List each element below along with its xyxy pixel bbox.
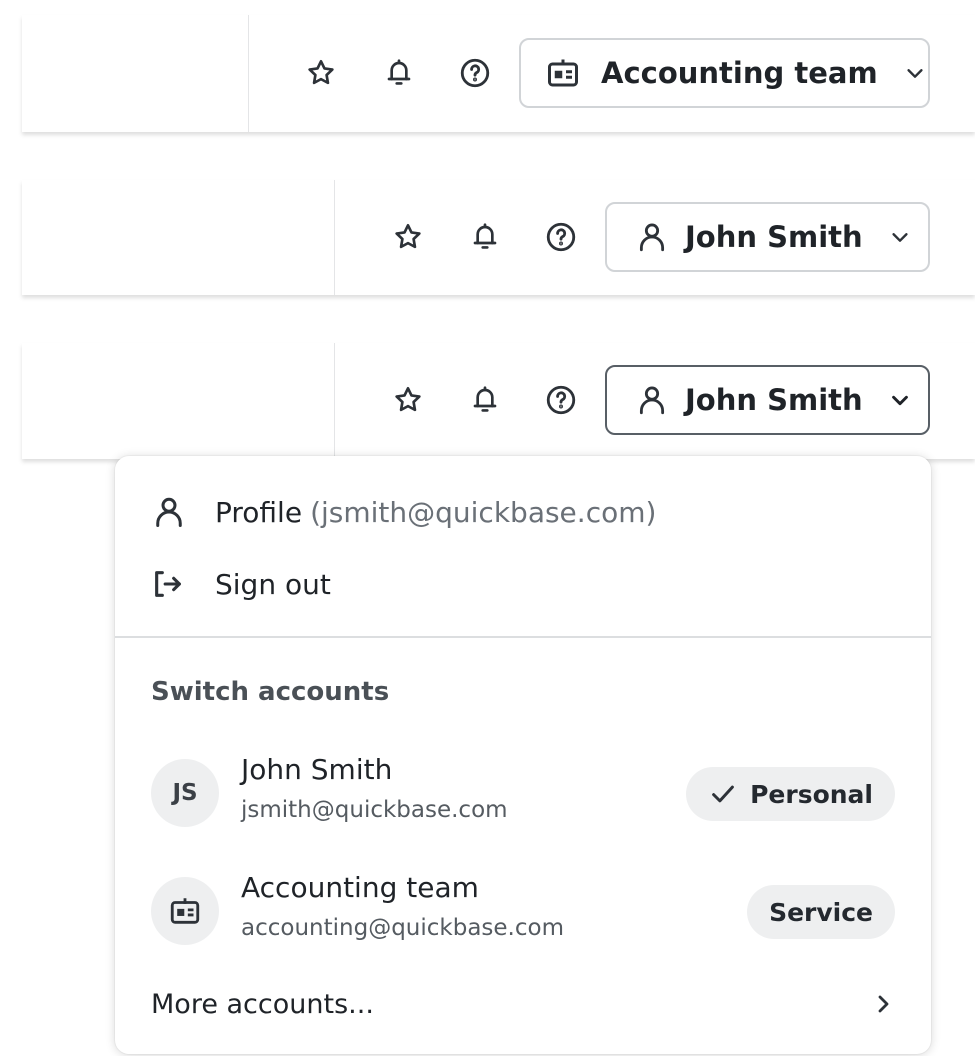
- header-divider: [334, 343, 335, 459]
- account-switcher-button[interactable]: John Smith: [605, 202, 930, 272]
- switch-accounts-heading: Switch accounts: [151, 677, 390, 707]
- help-circle-icon: [460, 58, 490, 88]
- chevron-right-icon: [871, 992, 895, 1016]
- bell-icon: [473, 223, 497, 249]
- sign-out-menu-item[interactable]: Sign out: [151, 562, 331, 606]
- id-badge-icon: [170, 898, 200, 924]
- account-option-service[interactable]: Accounting team accounting@quickbase.com…: [151, 871, 895, 951]
- account-type-badge: Service: [747, 885, 895, 939]
- sign-out-label: Sign out: [215, 567, 331, 601]
- avatar: JS: [151, 759, 219, 827]
- account-switcher-button[interactable]: John Smith: [605, 365, 930, 435]
- bell-icon: [473, 386, 497, 412]
- check-icon: [708, 779, 738, 809]
- account-switcher-label: John Smith: [685, 383, 863, 417]
- star-icon: [395, 223, 421, 249]
- account-switcher-label: John Smith: [685, 220, 863, 254]
- account-email: jsmith@quickbase.com: [241, 797, 508, 823]
- help-button[interactable]: [541, 380, 581, 420]
- star-icon: [308, 59, 334, 85]
- chevron-down-icon: [889, 226, 911, 248]
- favorites-button[interactable]: [388, 217, 428, 257]
- notifications-button[interactable]: [465, 217, 505, 257]
- notifications-button[interactable]: [379, 53, 419, 93]
- user-icon: [633, 383, 671, 417]
- chevron-down-icon: [889, 389, 911, 411]
- sign-out-icon: [151, 567, 193, 601]
- header-bar-2: John Smith: [22, 180, 975, 295]
- account-type-badge: Personal: [686, 767, 895, 821]
- more-accounts-label: More accounts...: [151, 988, 374, 1020]
- header-divider: [334, 180, 335, 295]
- help-button[interactable]: [541, 217, 581, 257]
- star-icon: [395, 386, 421, 412]
- account-option-personal[interactable]: JS John Smith jsmith@quickbase.com Perso…: [151, 753, 895, 833]
- header-bar-3: John Smith: [22, 343, 975, 459]
- user-icon: [633, 220, 671, 254]
- account-email: accounting@quickbase.com: [241, 915, 564, 941]
- avatar: [151, 877, 219, 945]
- notifications-button[interactable]: [465, 380, 505, 420]
- user-icon: [151, 494, 193, 530]
- id-badge-icon: [543, 55, 583, 91]
- menu-separator: [115, 636, 931, 638]
- badge-label: Personal: [750, 779, 873, 809]
- account-dropdown-menu: Profile (jsmith@quickbase.com) Sign out …: [115, 456, 931, 1054]
- profile-email: (jsmith@quickbase.com): [310, 495, 657, 529]
- chevron-down-icon: [904, 62, 926, 84]
- account-name: John Smith: [241, 753, 393, 786]
- bell-icon: [387, 59, 411, 85]
- favorites-button[interactable]: [301, 53, 341, 93]
- more-accounts-item[interactable]: More accounts...: [151, 982, 895, 1026]
- header-divider: [248, 15, 249, 132]
- badge-label: Service: [769, 897, 873, 927]
- header-bar-1: Accounting team: [22, 15, 975, 132]
- account-switcher-button[interactable]: Accounting team: [519, 38, 930, 108]
- profile-label: Profile: [215, 495, 303, 529]
- help-circle-icon: [546, 222, 576, 252]
- favorites-button[interactable]: [388, 380, 428, 420]
- account-name: Accounting team: [241, 871, 479, 904]
- help-circle-icon: [546, 385, 576, 415]
- profile-menu-item[interactable]: Profile (jsmith@quickbase.com): [151, 490, 656, 534]
- help-button[interactable]: [455, 53, 495, 93]
- account-switcher-label: Accounting team: [601, 56, 878, 90]
